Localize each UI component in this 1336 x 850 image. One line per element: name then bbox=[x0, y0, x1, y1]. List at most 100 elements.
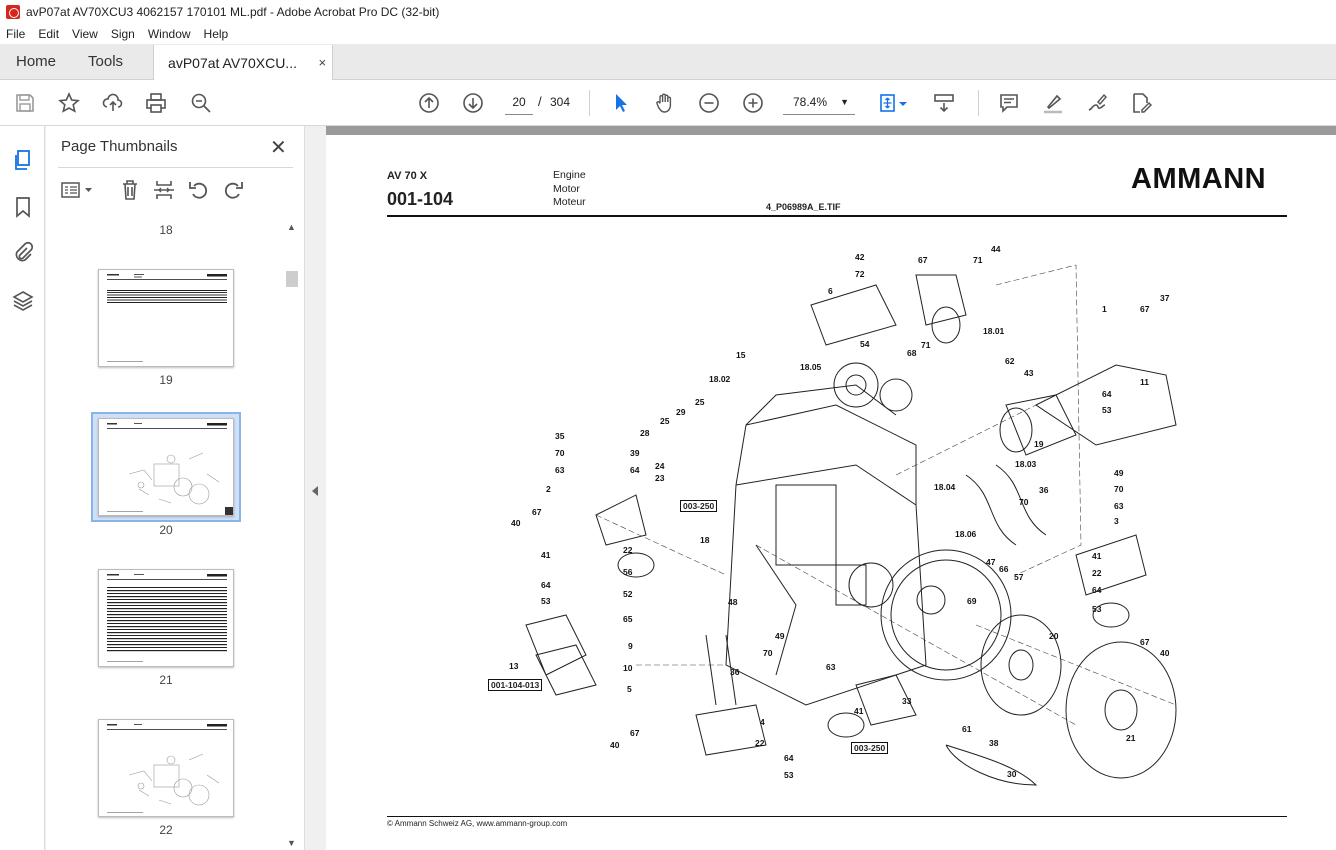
zoom-select[interactable]: 78.4% ▼ bbox=[783, 90, 855, 115]
print-icon[interactable] bbox=[144, 91, 168, 115]
collapse-panel-icon[interactable] bbox=[312, 486, 318, 496]
chevron-down-icon: ▼ bbox=[840, 97, 849, 107]
search-zoom-icon[interactable] bbox=[189, 91, 213, 115]
extract-pages-icon[interactable] bbox=[152, 178, 176, 202]
bookmark-icon[interactable] bbox=[11, 195, 35, 219]
callout-label: 35 bbox=[555, 431, 565, 441]
menu-file[interactable]: File bbox=[6, 27, 25, 41]
callout-label: 70 bbox=[1114, 484, 1124, 494]
callout-label: 57 bbox=[1014, 572, 1024, 582]
callout-label: 67 bbox=[918, 255, 928, 265]
scroll-down-icon[interactable]: ▼ bbox=[287, 838, 296, 848]
scrollbar-thumb[interactable] bbox=[286, 271, 298, 287]
callout-label: 9 bbox=[628, 641, 633, 651]
section-title-fr: Moteur bbox=[553, 196, 586, 208]
document-view[interactable]: AV 70 X 001-104 Engine Motor Moteur 4_P0… bbox=[326, 126, 1336, 850]
thumbnail-label: 21 bbox=[159, 673, 173, 687]
menu-bar: File Edit View Sign Window Help bbox=[0, 24, 1336, 44]
toolbar-divider bbox=[589, 90, 590, 116]
zoom-in-icon[interactable] bbox=[741, 91, 765, 115]
upload-icon[interactable] bbox=[101, 91, 125, 115]
menu-help[interactable]: Help bbox=[204, 27, 229, 41]
panel-splitter[interactable] bbox=[304, 126, 326, 850]
tab-document-label: avP07at AV70XCU... bbox=[168, 54, 297, 71]
callout-label: 39 bbox=[630, 448, 640, 458]
pointer-icon[interactable] bbox=[609, 91, 633, 115]
hand-icon[interactable] bbox=[653, 91, 677, 115]
callout-label: 43 bbox=[1024, 368, 1034, 378]
callout-label: 25 bbox=[660, 416, 670, 426]
toolbar-divider bbox=[978, 90, 979, 116]
callout-label: 47 bbox=[986, 557, 996, 567]
callout-label: 22 bbox=[623, 545, 633, 555]
page-number-input[interactable]: 20 bbox=[505, 90, 533, 115]
layers-icon[interactable] bbox=[11, 289, 35, 313]
callout-label: 61 bbox=[962, 724, 972, 734]
callout-label: 52 bbox=[623, 589, 633, 599]
close-icon[interactable]: ✕ bbox=[270, 135, 287, 160]
star-icon[interactable] bbox=[57, 91, 81, 115]
callout-label: 38 bbox=[989, 738, 999, 748]
page-thumbnail-selected[interactable] bbox=[98, 418, 234, 516]
callout-label: 18.06 bbox=[955, 529, 977, 539]
zoom-out-icon[interactable] bbox=[697, 91, 721, 115]
attachment-icon[interactable] bbox=[11, 241, 35, 265]
page-thumbnail[interactable] bbox=[98, 719, 234, 817]
callout-label: 3 bbox=[1114, 516, 1119, 526]
callout-label: 64 bbox=[1092, 585, 1102, 595]
callout-label: 64 bbox=[541, 580, 551, 590]
callout-label: 70 bbox=[763, 648, 773, 658]
menu-window[interactable]: Window bbox=[148, 27, 191, 41]
page-thumbnails-icon[interactable] bbox=[11, 148, 35, 172]
callout-label: 41 bbox=[541, 550, 551, 560]
footer-copyright: © Ammann Schweiz AG, www.ammann-group.co… bbox=[387, 819, 568, 828]
scroll-up-icon[interactable]: ▲ bbox=[287, 222, 296, 232]
callout-label: 23 bbox=[655, 473, 665, 483]
delete-icon[interactable] bbox=[118, 178, 142, 202]
callout-label: 62 bbox=[1005, 356, 1015, 366]
callout-label: 72 bbox=[855, 269, 865, 279]
title-bar: avP07at AV70XCU3 4062157 170101 ML.pdf -… bbox=[0, 0, 1336, 24]
page-thumbnail[interactable] bbox=[98, 569, 234, 667]
page-thumbnail[interactable] bbox=[98, 269, 234, 367]
acrobat-logo-icon bbox=[6, 5, 20, 19]
callout-label: 2 bbox=[546, 484, 551, 494]
callout-label: 40 bbox=[511, 518, 521, 528]
tab-home[interactable]: Home bbox=[0, 44, 72, 79]
callout-label: 30 bbox=[1007, 769, 1017, 779]
prev-page-icon[interactable] bbox=[417, 91, 441, 115]
tab-document[interactable]: avP07at AV70XCU... × bbox=[153, 45, 334, 80]
callout-label: 18.05 bbox=[800, 362, 822, 372]
menu-view[interactable]: View bbox=[72, 27, 98, 41]
save-icon[interactable] bbox=[13, 91, 37, 115]
reference-box: 003-250 bbox=[851, 742, 889, 754]
menu-edit[interactable]: Edit bbox=[38, 27, 59, 41]
rotate-left-icon[interactable] bbox=[187, 178, 211, 202]
edit-pdf-icon[interactable] bbox=[1129, 91, 1153, 115]
callout-label: 54 bbox=[860, 339, 870, 349]
scroll-mode-icon[interactable] bbox=[932, 91, 956, 115]
thumbnail-options-icon[interactable] bbox=[60, 178, 96, 202]
sign-icon[interactable] bbox=[1085, 91, 1109, 115]
rotate-right-icon[interactable] bbox=[221, 178, 245, 202]
menu-sign[interactable]: Sign bbox=[111, 27, 135, 41]
tab-close-icon[interactable]: × bbox=[318, 55, 326, 70]
callout-label: 64 bbox=[630, 465, 640, 475]
callout-label: 1 bbox=[1102, 304, 1107, 314]
thumbnail-label: 18 bbox=[159, 223, 173, 237]
section-code: 001-104 bbox=[387, 189, 454, 209]
callout-label: 13 bbox=[509, 661, 519, 671]
callout-label: 65 bbox=[623, 614, 633, 624]
section-title-en: Engine bbox=[553, 169, 586, 181]
pdf-page: AV 70 X 001-104 Engine Motor Moteur 4_P0… bbox=[326, 135, 1336, 850]
callout-label: 41 bbox=[854, 706, 864, 716]
callout-label: 64 bbox=[784, 753, 794, 763]
fit-page-dropdown-icon[interactable] bbox=[896, 91, 910, 115]
callout-label: 66 bbox=[999, 564, 1009, 574]
thumbnail-scrollbar[interactable]: ▲ ▼ bbox=[284, 216, 298, 850]
tab-tools[interactable]: Tools bbox=[72, 44, 139, 79]
highlight-icon[interactable] bbox=[1041, 91, 1065, 115]
comment-icon[interactable] bbox=[997, 91, 1021, 115]
next-page-icon[interactable] bbox=[461, 91, 485, 115]
panel-divider bbox=[58, 167, 293, 168]
